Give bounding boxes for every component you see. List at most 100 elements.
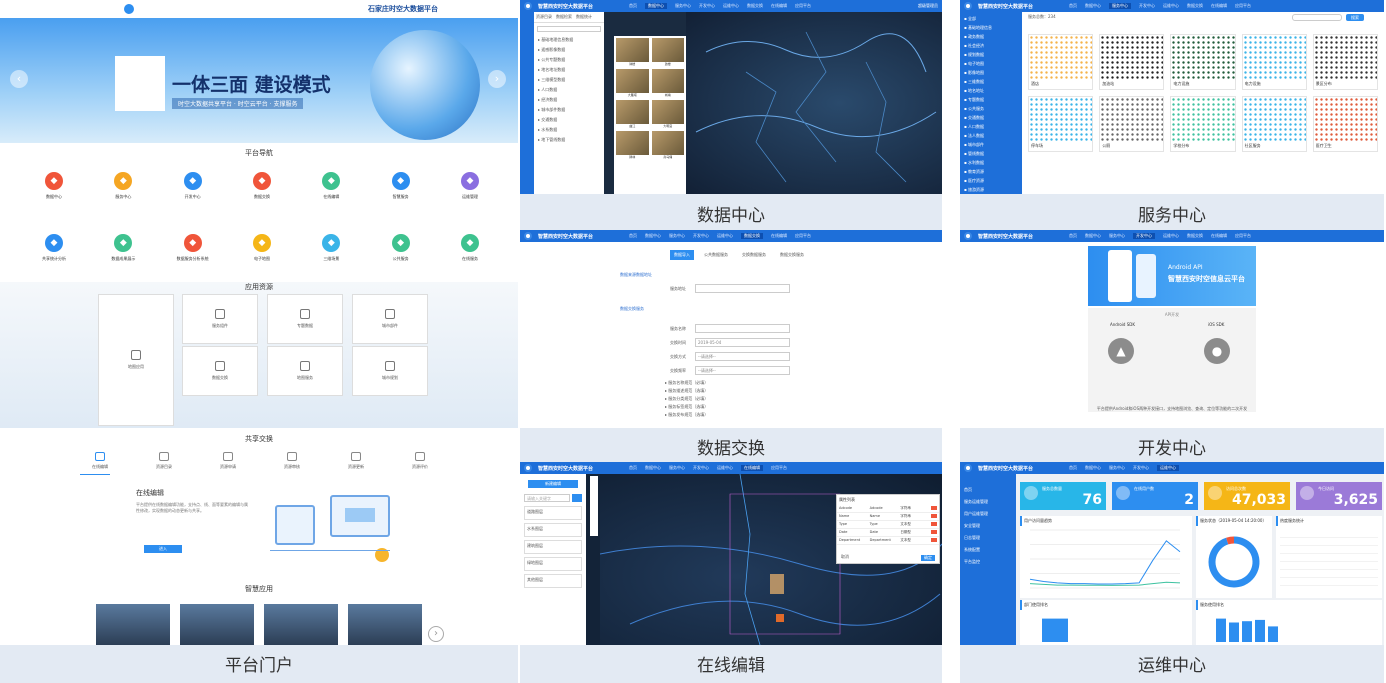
nav-link[interactable]: 应用平台 xyxy=(1235,233,1251,239)
nav-link[interactable]: 首页 xyxy=(629,3,637,9)
nav-link[interactable]: 开发中心 xyxy=(1139,3,1155,9)
nav-link[interactable]: 应用平台 xyxy=(795,233,811,239)
sc-side-item[interactable]: ▪ 政务数据 xyxy=(960,32,1022,41)
share-tab[interactable]: 资源目录 xyxy=(144,452,184,470)
sc-side-item[interactable]: ▪ 公共服务 xyxy=(960,104,1022,113)
dc-tree-item[interactable]: ▸ 人口数据 xyxy=(534,85,604,95)
oe-list-item[interactable]: 水系图层 xyxy=(524,523,582,537)
sc-card[interactable]: 社区服务 xyxy=(1241,96,1307,152)
nav-item[interactable]: ◆ 共享统计分析 xyxy=(28,234,80,262)
dc-thumb[interactable]: 大明宫 xyxy=(651,100,684,128)
hero-next-icon[interactable]: › xyxy=(488,70,506,88)
nav-link[interactable]: 开发中心 xyxy=(1133,465,1149,471)
nav-link[interactable]: 首页 xyxy=(629,233,637,239)
dx-tab[interactable]: 公共数据服务 xyxy=(700,250,732,260)
sc-side-item[interactable]: ▪ 社会经济 xyxy=(960,41,1022,50)
nav-link[interactable]: 开发中心 xyxy=(699,3,715,9)
nav-link[interactable]: 在线编辑 xyxy=(771,3,787,9)
sc-card[interactable]: 电力设施 xyxy=(1170,34,1236,90)
dc-side-tab[interactable]: 资源目录 xyxy=(536,14,552,20)
nav-item[interactable]: ◆ 智慧服务 xyxy=(375,172,427,200)
nav-link[interactable]: 服务中心 xyxy=(1109,3,1132,9)
nav-item[interactable]: ◆ 数据交换 xyxy=(236,172,288,200)
sc-search-button[interactable]: 搜索 xyxy=(1346,14,1364,21)
share-tab[interactable]: 在线编辑 xyxy=(80,452,120,470)
dx-list-item[interactable]: ▸ 服务名称规范（必填） xyxy=(665,380,708,386)
sc-side-item[interactable]: ▪ 管线数据 xyxy=(960,149,1022,158)
sc-side-item[interactable]: ▪ 电子地图 xyxy=(960,59,1022,68)
dc-thumb[interactable]: 鼓楼 xyxy=(651,38,684,66)
sc-card[interactable]: 酒店 xyxy=(1028,34,1094,90)
nav-link[interactable]: 数据中心 xyxy=(1085,233,1101,239)
sc-side-item[interactable]: ▪ 基础地理信息 xyxy=(960,23,1022,32)
nav-link[interactable]: 在线编辑 xyxy=(1211,3,1227,9)
nav-link[interactable]: 服务中心 xyxy=(675,3,691,9)
dc-thumb[interactable]: 城墙 xyxy=(651,69,684,97)
nav-link[interactable]: 服务中心 xyxy=(669,465,685,471)
nav-link[interactable]: 运维中心 xyxy=(717,465,733,471)
nav-item[interactable]: ◆ 电子地图 xyxy=(236,234,288,262)
dc-side-tab[interactable]: 数据检索 xyxy=(556,14,572,20)
dc-tree-item[interactable]: ▸ 公共专题数据 xyxy=(534,55,604,65)
dx-field-input[interactable]: 2019-05-04 xyxy=(695,338,790,347)
share-enter-button[interactable]: 进入 xyxy=(144,545,182,553)
sc-card[interactable]: 景区分布 xyxy=(1312,34,1378,90)
sc-side-item[interactable]: ▪ 影像地图 xyxy=(960,68,1022,77)
app-tile[interactable]: 城市规划 xyxy=(352,346,428,396)
sc-card[interactable]: 停车场 xyxy=(1028,96,1094,152)
oe-delete-icon[interactable] xyxy=(931,506,938,510)
dc-tree-item[interactable]: ▸ 城市部件数据 xyxy=(534,105,604,115)
dc-thumb[interactable]: 碑林 xyxy=(616,131,649,159)
nav-link[interactable]: 首页 xyxy=(1069,465,1077,471)
nav-link[interactable]: 运维中心 xyxy=(1163,3,1179,9)
nav-link[interactable]: 数据交换 xyxy=(741,233,764,239)
sc-side-item[interactable]: ▪ 旅游资源 xyxy=(960,185,1022,194)
nav-item[interactable]: ◆ 服务中心 xyxy=(97,172,149,200)
sc-side-item[interactable]: ▪ 交通数据 xyxy=(960,113,1022,122)
dc-tree-item[interactable]: ▸ 地名地址数据 xyxy=(534,65,604,75)
nav-link[interactable]: 应用平台 xyxy=(1235,3,1251,9)
oe-delete-icon[interactable] xyxy=(931,522,938,526)
nav-link[interactable]: 首页 xyxy=(629,465,637,471)
nav-link[interactable]: 首页 xyxy=(1069,3,1077,9)
ops-side-item[interactable]: 首页 xyxy=(960,484,1016,496)
sc-card[interactable]: 公厕 xyxy=(1099,96,1165,152)
dc-thumb[interactable]: 兵马俑 xyxy=(651,131,684,159)
dx-field-input[interactable] xyxy=(695,324,790,333)
smart-app-image[interactable] xyxy=(348,604,422,645)
hero-prev-icon[interactable]: ‹ xyxy=(10,70,28,88)
dc-tree-item[interactable]: ▸ 经济数据 xyxy=(534,95,604,105)
share-tab[interactable]: 资源申请 xyxy=(208,452,248,470)
dc-map[interactable] xyxy=(686,12,942,194)
nav-link[interactable]: 服务中心 xyxy=(669,233,685,239)
dc-tree-item[interactable]: ▸ 交通数据 xyxy=(534,115,604,125)
nav-link[interactable]: 数据中心 xyxy=(645,465,661,471)
nav-link[interactable]: 数据中心 xyxy=(1085,3,1101,9)
oe-search-input[interactable]: 请输入关键字 xyxy=(524,494,570,502)
app-tile[interactable]: 专题数据 xyxy=(267,294,343,344)
smart-app-image[interactable] xyxy=(180,604,254,645)
dx-list-item[interactable]: ▸ 服务描述规范（选填） xyxy=(665,388,708,394)
smart-app-image[interactable] xyxy=(264,604,338,645)
nav-link[interactable]: 在线编辑 xyxy=(771,233,787,239)
sc-side-item[interactable]: ▪ 城市部件 xyxy=(960,140,1022,149)
sc-card[interactable]: 加油站 xyxy=(1099,34,1165,90)
dx-field-input[interactable]: --请选择-- xyxy=(695,366,790,375)
oe-delete-icon[interactable] xyxy=(931,530,938,534)
oe-list-item[interactable]: 建筑图层 xyxy=(524,540,582,554)
oe-list-item[interactable]: 绿地图层 xyxy=(524,557,582,571)
dc-tree-item[interactable]: ▸ 三维模型数据 xyxy=(534,75,604,85)
ops-side-item[interactable]: 日志管理 xyxy=(960,532,1016,544)
nav-link[interactable]: 服务中心 xyxy=(1109,465,1125,471)
nav-item[interactable]: ◆ 公共服务 xyxy=(375,234,427,262)
oe-dialog-ok[interactable]: 确定 xyxy=(921,555,935,561)
dc-search-input[interactable] xyxy=(537,26,601,32)
ops-side-item[interactable]: 系统配置 xyxy=(960,544,1016,556)
sc-card[interactable]: 学校分布 xyxy=(1170,96,1236,152)
nav-link[interactable]: 开发中心 xyxy=(693,233,709,239)
nav-link[interactable]: 数据交换 xyxy=(1187,233,1203,239)
oe-list-item[interactable]: 其他图层 xyxy=(524,574,582,588)
nav-link[interactable]: 服务中心 xyxy=(1109,233,1125,239)
share-tab[interactable]: 资源更新 xyxy=(336,452,376,470)
nav-link[interactable]: 首页 xyxy=(1069,233,1077,239)
